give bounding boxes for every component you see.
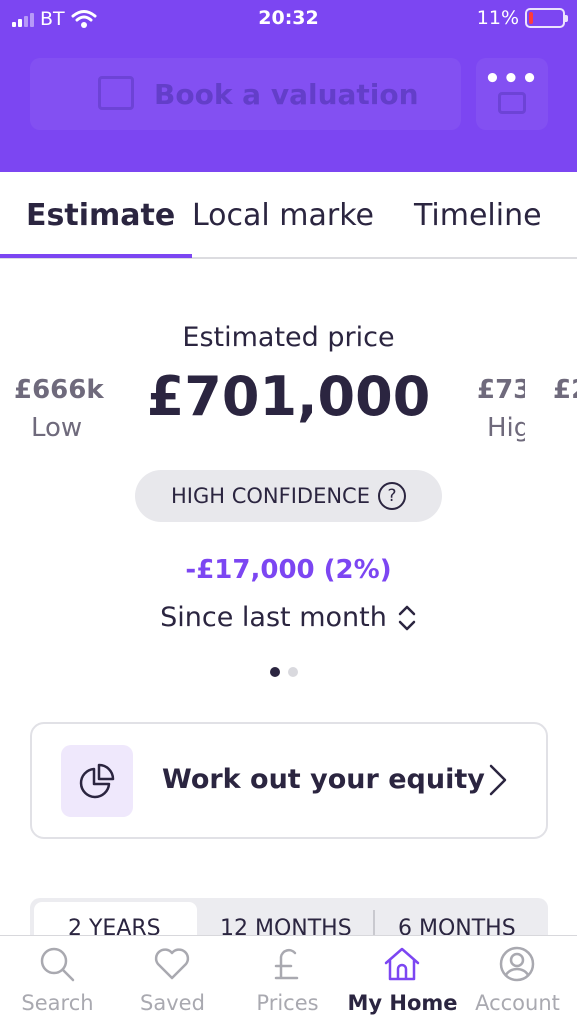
equity-card[interactable]: Work out your equity [30, 722, 548, 839]
book-valuation-label: Book a valuation [154, 77, 419, 111]
nav-prices-label: Prices [256, 991, 319, 1015]
nav-saved[interactable]: Saved [115, 936, 230, 1024]
search-icon [40, 947, 75, 982]
pie-chart-icon [61, 745, 133, 817]
bottom-nav: Search Saved Prices My Home Account [0, 935, 577, 1024]
low-estimate-value[interactable]: £666k [14, 375, 104, 405]
more-options-button[interactable]: ••• [476, 58, 548, 130]
heart-icon [154, 948, 190, 980]
battery-fill [529, 12, 533, 24]
nav-search-label: Search [21, 991, 94, 1015]
carousel-dots [270, 667, 298, 677]
nav-my-home-label: My Home [347, 991, 458, 1015]
nav-prices[interactable]: Prices [230, 936, 345, 1024]
status-right: 11% [476, 7, 568, 29]
equity-label: Work out your equity [162, 764, 485, 795]
app-header: BT 20:32 11% Book a valuation ••• [0, 0, 577, 172]
since-selector[interactable]: Since last month [0, 602, 577, 633]
next-estimate-value: £2 [553, 375, 577, 405]
chevron-right-icon [489, 764, 507, 796]
share-icon [498, 92, 526, 114]
battery-percent: 11% [476, 7, 519, 29]
home-icon [384, 947, 420, 981]
estimated-price-label: Estimated price [182, 322, 395, 353]
price-change: -£17,000 (2%) [185, 555, 392, 585]
tab-timeline[interactable]: Timeline [414, 198, 542, 233]
help-icon[interactable]: ? [377, 482, 406, 510]
more-dots-icon: ••• [484, 64, 540, 94]
period-divider [373, 910, 375, 936]
calendar-icon [98, 76, 134, 110]
tab-estimate[interactable]: Estimate [26, 198, 175, 233]
carousel-dot [288, 667, 298, 677]
battery-icon [525, 8, 568, 28]
account-icon [499, 946, 535, 982]
active-tab-indicator [0, 254, 192, 258]
nav-my-home[interactable]: My Home [345, 936, 460, 1024]
confidence-label: HIGH CONFIDENCE [171, 484, 370, 508]
book-valuation-button[interactable]: Book a valuation [30, 58, 461, 130]
high-estimate-value[interactable]: £73 [477, 375, 525, 405]
tab-local-market[interactable]: Local marke [192, 198, 374, 233]
nav-account[interactable]: Account [460, 936, 575, 1024]
low-estimate-label: Low [31, 413, 83, 443]
nav-account-label: Account [475, 991, 560, 1015]
section-tabs: Estimate Local marke Timeline [0, 172, 577, 259]
since-label: Since last month [160, 602, 387, 633]
nav-search[interactable]: Search [0, 936, 115, 1024]
carousel-dot [270, 667, 280, 677]
confidence-badge[interactable]: HIGH CONFIDENCE ? [135, 470, 442, 522]
up-down-chevron-icon [398, 605, 416, 630]
high-estimate-label: Hig [487, 413, 525, 443]
status-bar: BT 20:32 11% [0, 0, 577, 40]
pound-icon [274, 948, 299, 980]
nav-saved-label: Saved [140, 991, 205, 1015]
